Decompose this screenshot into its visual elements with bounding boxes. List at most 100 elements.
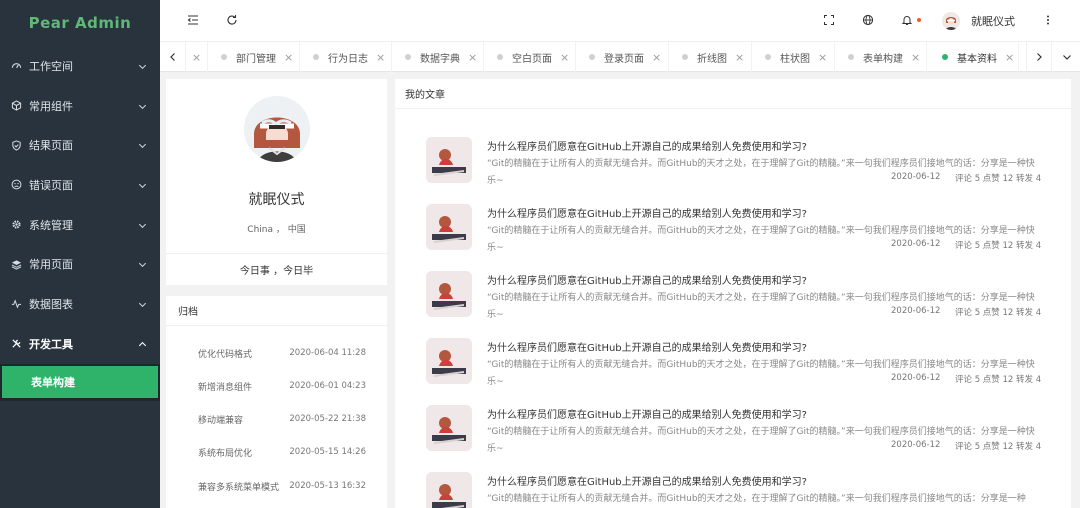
tab-label: 数据字典	[420, 53, 460, 65]
profile-name: 就眠仪式	[248, 192, 305, 208]
face-sad-icon	[10, 179, 22, 191]
top-header: 就眠仪式	[160, 0, 1080, 42]
tab-label: 表单构建	[863, 53, 903, 65]
archive-row[interactable]: 系统布局优化 2020-05-15 14:26	[166, 442, 387, 462]
sidebar-item-charts[interactable]: 数据图表	[0, 284, 160, 324]
refresh-icon[interactable]	[224, 12, 240, 28]
sidebar-item-result[interactable]: 结果页面	[0, 125, 160, 165]
tab-dot	[221, 54, 227, 60]
article-item[interactable]: 为什么程序员们愿意在GitHub上开源自己的成果给别人免费使用和学习? “Git…	[395, 204, 1071, 264]
archive-card: 归档 优化代码格式 2020-06-04 11:28 新增消息组件 2020-06-…	[166, 296, 387, 508]
archive-item-name: 兼容多系统菜单模式	[198, 482, 280, 493]
close-icon[interactable]: ×	[911, 51, 920, 64]
globe-icon[interactable]	[860, 12, 876, 28]
sidebar-item-label: 工作空间	[29, 59, 73, 73]
sidebar-item-label: 数据图表	[29, 297, 73, 311]
sidebar-item-devtools[interactable]: 开发工具	[0, 324, 160, 364]
app: Pear Admin 工作空间 常用组件 结果页面 错误页面 系统管理 常用页面…	[0, 0, 1080, 508]
article-meta: 评论 5 点赞 12 转发 4	[955, 375, 1042, 385]
archive-row[interactable]: 新增消息组件 2020-06-01 04:23	[166, 376, 387, 396]
tab-dropdown-button[interactable]	[1054, 42, 1080, 72]
close-icon[interactable]: ×	[652, 51, 661, 64]
more-icon[interactable]	[1040, 12, 1056, 28]
article-thumbnail	[426, 271, 472, 317]
archive-title: 归档	[166, 296, 387, 326]
archive-item-date: 2020-06-01 04:23	[289, 381, 366, 391]
sidebar-item-label: 开发工具	[29, 337, 73, 351]
tab-dict[interactable]: 数据字典 ×	[392, 42, 484, 72]
brand-logo[interactable]: Pear Admin	[0, 0, 160, 46]
article-item[interactable]: 为什么程序员们愿意在GitHub上开源自己的成果给别人免费使用和学习? “Git…	[395, 338, 1071, 398]
article-item[interactable]: 为什么程序员们愿意在GitHub上开源自己的成果给别人免费使用和学习? “Git…	[395, 271, 1071, 331]
sidebar-item-error[interactable]: 错误页面	[0, 165, 160, 205]
archive-row[interactable]: 移动端兼容 2020-05-22 21:38	[166, 409, 387, 429]
close-icon[interactable]: ×	[468, 51, 477, 64]
article-item[interactable]: 为什么程序员们愿意在GitHub上开源自己的成果给别人免费使用和学习? “Git…	[395, 137, 1071, 197]
tab-login[interactable]: 登录页面 ×	[576, 42, 669, 72]
tab-label: 基本资料	[957, 53, 997, 65]
bell-icon[interactable]	[899, 12, 915, 28]
close-icon[interactable]: ×	[735, 51, 744, 64]
sidebar-item-label: 系统管理	[29, 218, 73, 232]
close-icon[interactable]: ×	[284, 51, 293, 64]
shield-check-icon	[10, 139, 22, 151]
sidebar-subitem-form-builder[interactable]: 表单构建	[2, 365, 158, 398]
tab-dot	[313, 54, 319, 60]
tab-log[interactable]: 行为日志 ×	[300, 42, 392, 72]
article-title[interactable]: 为什么程序员们愿意在GitHub上开源自己的成果给别人免费使用和学习?	[487, 473, 807, 488]
chevron-down-icon	[137, 220, 148, 231]
fullscreen-icon[interactable]	[821, 12, 837, 28]
tab-dept[interactable]: 部门管理 ×	[208, 42, 300, 72]
chevron-down-icon	[137, 140, 148, 151]
tab-blank[interactable]: 空白页面 ×	[484, 42, 576, 72]
sidebar-item-workspace[interactable]: 工作空间	[0, 46, 160, 86]
close-icon[interactable]: ×	[1005, 51, 1014, 64]
tab-scroll-right-button[interactable]	[1026, 42, 1052, 72]
article-date: 2020-06-12	[891, 373, 941, 383]
archive-item-name: 系统布局优化	[198, 448, 253, 459]
cube-icon	[10, 100, 22, 112]
archive-item-date: 2020-05-22 21:38	[289, 414, 366, 424]
tab-formbuilder[interactable]: 表单构建 ×	[835, 42, 927, 72]
archive-row[interactable]: 优化代码格式 2020-06-04 11:28	[166, 343, 387, 363]
chevron-up-icon	[137, 339, 148, 350]
article-title[interactable]: 为什么程序员们愿意在GitHub上开源自己的成果给别人免费使用和学习?	[487, 138, 807, 153]
article-item[interactable]: 为什么程序员们愿意在GitHub上开源自己的成果给别人免费使用和学习? “Git…	[395, 405, 1071, 465]
tab-profile[interactable]: 基本资料 ×	[927, 42, 1019, 72]
tab-dot	[589, 54, 595, 60]
sidebar-item-pages[interactable]: 常用页面	[0, 244, 160, 284]
menu-collapse-icon[interactable]	[185, 12, 201, 28]
article-meta: 评论 5 点赞 12 转发 4	[955, 174, 1042, 184]
avatar	[942, 12, 960, 30]
tab-dot	[497, 54, 503, 60]
archive-row[interactable]: 兼容多系统菜单模式 2020-05-13 16:32	[166, 476, 387, 496]
article-meta: 评论 5 点赞 12 转发 4	[955, 241, 1042, 251]
archive-item-date: 2020-06-04 11:28	[289, 348, 366, 358]
article-title[interactable]: 为什么程序员们愿意在GitHub上开源自己的成果给别人免费使用和学习?	[487, 205, 807, 220]
article-meta: 评论 5 点赞 12 转发 4	[955, 308, 1042, 318]
user-menu[interactable]: 就眠仪式	[942, 11, 1015, 31]
tab-partial[interactable]: ×	[186, 42, 208, 72]
close-icon[interactable]: ×	[560, 51, 569, 64]
article-title[interactable]: 为什么程序员们愿意在GitHub上开源自己的成果给别人免费使用和学习?	[487, 272, 807, 287]
article-title[interactable]: 为什么程序员们愿意在GitHub上开源自己的成果给别人免费使用和学习?	[487, 339, 807, 354]
tab-scroll-left-button[interactable]	[160, 42, 186, 72]
articles-title: 我的文章	[395, 79, 1071, 109]
close-icon[interactable]: ×	[818, 51, 827, 64]
article-title[interactable]: 为什么程序员们愿意在GitHub上开源自己的成果给别人免费使用和学习?	[487, 406, 807, 421]
close-icon[interactable]: ×	[192, 51, 201, 64]
archive-item-name: 新增消息组件	[198, 382, 253, 393]
article-item[interactable]: 为什么程序员们愿意在GitHub上开源自己的成果给别人免费使用和学习? “Git…	[395, 472, 1071, 508]
profile-card: 就眠仪式 China ， 中国 今日事 ，今日毕	[166, 79, 387, 285]
article-thumbnail	[426, 338, 472, 384]
sidebar-item-system[interactable]: 系统管理	[0, 205, 160, 245]
article-thumbnail	[426, 405, 472, 451]
tab-barchart[interactable]: 柱状图 ×	[752, 42, 835, 72]
sidebar-item-components[interactable]: 常用组件	[0, 86, 160, 126]
close-icon[interactable]: ×	[376, 51, 385, 64]
notification-badge	[917, 18, 921, 22]
sidebar-item-label: 常用组件	[29, 99, 73, 113]
tab-linechart[interactable]: 折线图 ×	[669, 42, 752, 72]
layers-icon	[10, 258, 22, 270]
article-date: 2020-06-12	[891, 239, 941, 249]
